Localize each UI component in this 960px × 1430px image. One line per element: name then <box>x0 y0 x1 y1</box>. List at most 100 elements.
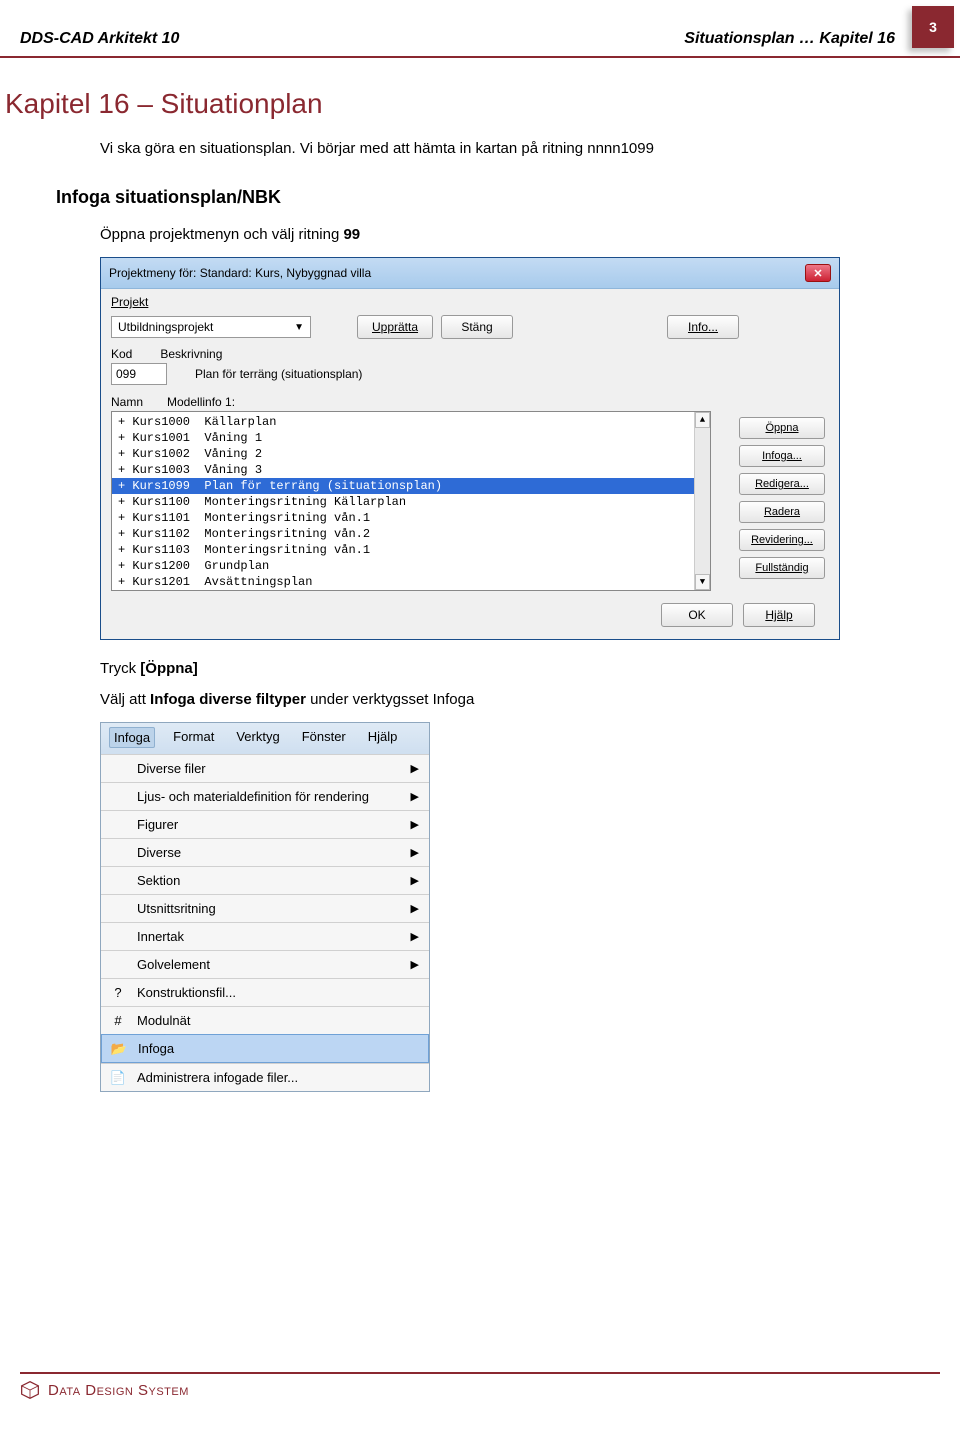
submenu-arrow-icon: ▶ <box>411 790 419 803</box>
menu-item[interactable]: Ljus- och materialdefinition för renderi… <box>101 782 429 810</box>
menu-item[interactable]: Utsnittsritning ▶ <box>101 894 429 922</box>
kod-input[interactable]: 099 <box>111 363 167 385</box>
instruction-2: Tryck [Öppna] <box>100 660 960 677</box>
menubar-item[interactable]: Format <box>169 727 218 748</box>
beskriv-header: Beskrivning <box>160 347 222 361</box>
col-namn: Namn <box>111 395 143 409</box>
list-row[interactable]: + Kurs1003 Våning 3 <box>112 462 710 478</box>
menu-item-label: Sektion <box>137 873 180 888</box>
menu-item[interactable]: Sektion ▶ <box>101 866 429 894</box>
list-row[interactable]: + Kurs1002 Våning 2 <box>112 446 710 462</box>
close-icon: ✕ <box>813 267 822 280</box>
submenu-arrow-icon: ▶ <box>411 958 419 971</box>
list-row[interactable]: + Kurs1001 Våning 1 <box>112 430 710 446</box>
menu-item-label: Utsnittsritning <box>137 901 216 916</box>
menu-item[interactable]: ?Konstruktionsfil... <box>101 978 429 1006</box>
menu-item-icon <box>109 928 127 946</box>
menu-item-icon <box>109 844 127 862</box>
list-row[interactable]: + Kurs1102 Monteringsritning vån.2 <box>112 526 710 542</box>
menu-item-label: Innertak <box>137 929 184 944</box>
redigera-button[interactable]: Redigera... <box>739 473 825 495</box>
list-row[interactable]: + Kurs1000 Källarplan <box>112 414 710 430</box>
submenu-arrow-icon: ▶ <box>411 902 419 915</box>
menubar-item[interactable]: Hjälp <box>364 727 402 748</box>
page-number-badge: 3 <box>912 6 954 48</box>
beskriv-value: Plan för terräng (situationsplan) <box>195 367 362 381</box>
page-footer: Data Design System <box>20 1372 940 1400</box>
submenu-arrow-icon: ▶ <box>411 762 419 775</box>
menu-item-icon: ? <box>109 984 127 1002</box>
list-row[interactable]: + Kurs1200 Grundplan <box>112 558 710 574</box>
menu-item-label: Figurer <box>137 817 178 832</box>
submenu-arrow-icon: ▶ <box>411 818 419 831</box>
chevron-down-icon: ▼ <box>294 322 304 333</box>
menu-item-label: Administrera infogade filer... <box>137 1070 298 1085</box>
menu-item[interactable]: Diverse filer ▶ <box>101 754 429 782</box>
scroll-up-icon[interactable]: ▲ <box>695 412 710 428</box>
menubar-item[interactable]: Verktyg <box>232 727 283 748</box>
menu-item[interactable]: Golvelement ▶ <box>101 950 429 978</box>
menu-item[interactable]: # Modulnät <box>101 1006 429 1034</box>
list-row[interactable]: + Kurs1099 Plan för terräng (situationsp… <box>112 478 710 494</box>
menu-item[interactable]: 📂Infoga <box>101 1034 429 1063</box>
hjalp-button[interactable]: Hjälp <box>743 603 815 627</box>
header-right: Situationsplan … Kapitel 16 <box>684 30 895 48</box>
list-row[interactable]: + Kurs1100 Monteringsritning Källarplan <box>112 494 710 510</box>
menubar-item[interactable]: Fönster <box>298 727 350 748</box>
menu-item-icon <box>109 760 127 778</box>
submenu-arrow-icon: ▶ <box>411 874 419 887</box>
close-button[interactable]: ✕ <box>805 264 831 282</box>
menu-item-label: Diverse <box>137 845 181 860</box>
menu-item-label: Modulnät <box>137 1013 190 1028</box>
list-row[interactable]: + Kurs1103 Monteringsritning vån.1 <box>112 542 710 558</box>
drawing-listbox[interactable]: + Kurs1000 Källarplan+ Kurs1001 Våning 1… <box>111 411 711 591</box>
chapter-title: Kapitel 16 – Situationplan <box>5 88 960 120</box>
menu-item-label: Infoga <box>138 1041 174 1056</box>
menu-item-icon <box>109 956 127 974</box>
list-row[interactable]: + Kurs1201 Avsättningsplan <box>112 574 710 590</box>
dialog-titlebar: Projektmeny för: Standard: Kurs, Nybyggn… <box>101 258 839 289</box>
menu-item[interactable]: Figurer ▶ <box>101 810 429 838</box>
project-dropdown[interactable]: Utbildningsprojekt ▼ <box>111 316 311 338</box>
projekt-menu-label[interactable]: Projekt <box>111 295 148 309</box>
page-header: DDS-CAD Arkitekt 10 Situationsplan … Kap… <box>0 0 960 58</box>
list-row[interactable]: + Kurs1101 Monteringsritning vån.1 <box>112 510 710 526</box>
menu-item-icon <box>109 816 127 834</box>
col-modell: Modellinfo 1: <box>167 395 235 409</box>
menu-item[interactable]: 📄 Administrera infogade filer... <box>101 1063 429 1091</box>
menu-item-label: Ljus- och materialdefinition för renderi… <box>137 789 369 804</box>
menu-item-icon <box>109 900 127 918</box>
menubar-item[interactable]: Infoga <box>109 727 155 748</box>
info-button[interactable]: Info... <box>667 315 739 339</box>
menu-item-label: Golvelement <box>137 957 210 972</box>
menubar: Infoga Format Verktyg Fönster Hjälp <box>101 723 429 754</box>
instruction-1: Öppna projektmenyn och välj ritning 99 <box>100 226 960 243</box>
ok-button[interactable]: OK <box>661 603 733 627</box>
footer-brand: Data Design System <box>48 1382 189 1399</box>
menu-item-icon: 📄 <box>109 1069 127 1087</box>
dialog-title: Projektmeny för: Standard: Kurs, Nybyggn… <box>109 266 371 280</box>
scrollbar[interactable]: ▲ ▼ <box>694 412 710 590</box>
scroll-down-icon[interactable]: ▼ <box>695 574 710 590</box>
stang-button[interactable]: Stäng <box>441 315 513 339</box>
ppna-button[interactable]: Öppna <box>739 417 825 439</box>
intro-paragraph: Vi ska göra en situationsplan. Vi börjar… <box>100 140 960 157</box>
uppratta-button[interactable]: Upprätta <box>357 315 433 339</box>
menu-item-icon <box>109 788 127 806</box>
revidering-button[interactable]: Revidering... <box>739 529 825 551</box>
project-menu-dialog: Projektmeny för: Standard: Kurs, Nybyggn… <box>100 257 840 640</box>
menu-item[interactable]: Diverse ▶ <box>101 838 429 866</box>
section-heading: Infoga situationsplan/NBK <box>56 187 960 208</box>
kod-header: Kod <box>111 347 132 361</box>
fullstndig-button[interactable]: Fullständig <box>739 557 825 579</box>
submenu-arrow-icon: ▶ <box>411 930 419 943</box>
menu-item[interactable]: Innertak ▶ <box>101 922 429 950</box>
instruction-3: Välj att Infoga diverse filtyper under v… <box>100 691 960 708</box>
infoga-button[interactable]: Infoga... <box>739 445 825 467</box>
infoga-menu: Infoga Format Verktyg Fönster Hjälp Diverse … <box>100 722 430 1092</box>
menu-item-label: Diverse filer <box>137 761 206 776</box>
menu-item-icon: # <box>109 1012 127 1030</box>
submenu-arrow-icon: ▶ <box>411 846 419 859</box>
dds-logo-icon <box>20 1380 40 1400</box>
radera-button[interactable]: Radera <box>739 501 825 523</box>
